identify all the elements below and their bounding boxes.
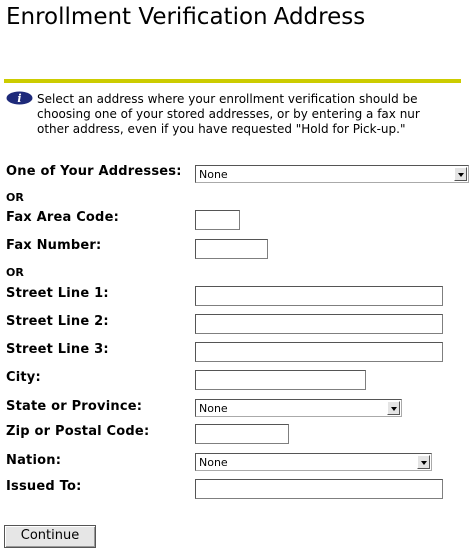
page-title-main: Enrollment Verification xyxy=(6,4,268,30)
continue-button[interactable]: Continue xyxy=(4,525,96,548)
city-input[interactable] xyxy=(195,370,366,390)
issued-to-input[interactable] xyxy=(195,479,443,499)
addresses-label: One of Your Addresses: xyxy=(6,164,182,179)
issued-to-label: Issued To: xyxy=(6,479,82,494)
fax-number-input[interactable] xyxy=(195,239,268,259)
addresses-select[interactable]: None xyxy=(195,165,469,183)
chevron-down-icon[interactable] xyxy=(454,167,467,181)
chevron-down-icon[interactable] xyxy=(387,401,400,415)
fax-area-code-input[interactable] xyxy=(195,210,240,230)
street-line-1-label: Street Line 1: xyxy=(6,286,109,301)
street-line-1-input[interactable] xyxy=(195,286,443,306)
street-line-3-label: Street Line 3: xyxy=(6,342,109,357)
zip-input[interactable] xyxy=(195,424,289,444)
nation-select-value: None xyxy=(199,456,228,469)
title-divider xyxy=(4,79,461,83)
addresses-select-value: None xyxy=(199,168,228,181)
info-message: Select an address where your enrollment … xyxy=(37,92,420,136)
zip-label: Zip or Postal Code: xyxy=(6,424,150,439)
state-select-value: None xyxy=(199,402,228,415)
state-select[interactable]: None xyxy=(195,399,402,417)
street-line-3-input[interactable] xyxy=(195,342,443,362)
or-separator: OR xyxy=(6,266,24,279)
nation-label: Nation: xyxy=(6,453,62,468)
nation-select[interactable]: None xyxy=(195,453,432,471)
page-title: Enrollment Verification Address xyxy=(6,2,365,32)
fax-number-label: Fax Number: xyxy=(6,238,102,253)
page-title-sub: Address xyxy=(273,4,366,30)
street-line-2-input[interactable] xyxy=(195,314,443,334)
fax-area-code-label: Fax Area Code: xyxy=(6,210,119,225)
svg-text:i: i xyxy=(17,92,21,105)
city-label: City: xyxy=(6,370,41,385)
street-line-2-label: Street Line 2: xyxy=(6,314,109,329)
state-label: State or Province: xyxy=(6,399,143,414)
or-separator: OR xyxy=(6,191,24,204)
info-icon: i xyxy=(6,91,33,105)
chevron-down-icon[interactable] xyxy=(417,455,430,469)
